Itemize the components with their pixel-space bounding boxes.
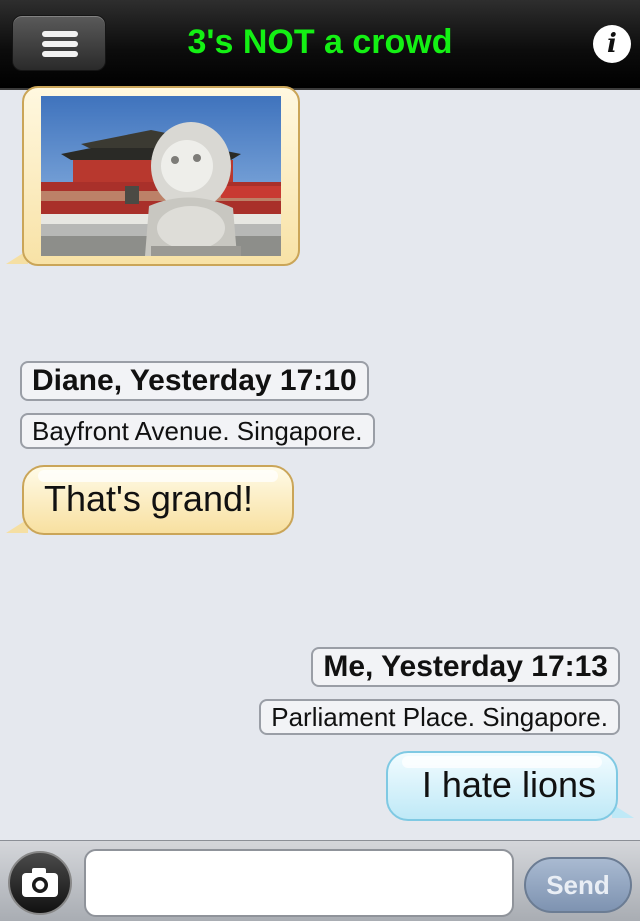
photo-bubble[interactable] — [22, 86, 300, 266]
sender-location: Bayfront Avenue. Singapore. — [20, 413, 375, 449]
sender-location: Parliament Place. Singapore. — [259, 699, 620, 735]
page-title: 3's NOT a crowd — [187, 23, 453, 61]
sender-timestamp: Me, Yesterday 17:13 — [311, 647, 620, 687]
message-bubble-incoming[interactable]: That's grand! — [22, 465, 294, 535]
camera-button[interactable] — [8, 851, 72, 915]
info-icon[interactable]: i — [593, 25, 631, 63]
message-text: I hate lions — [421, 764, 596, 805]
message-photo[interactable] — [41, 96, 281, 256]
message-input[interactable] — [84, 849, 514, 917]
send-button[interactable]: Send — [524, 857, 632, 913]
composer-bar: Send — [0, 840, 640, 921]
nav-bar: 3's NOT a crowd i — [0, 0, 640, 90]
camera-icon — [22, 868, 58, 897]
lion-statue-photo — [41, 96, 281, 256]
message-text: That's grand! — [44, 478, 253, 519]
sender-timestamp: Diane, Yesterday 17:10 — [20, 361, 369, 401]
menu-button[interactable] — [12, 15, 106, 71]
message-bubble-outgoing[interactable]: I hate lions — [386, 751, 618, 821]
